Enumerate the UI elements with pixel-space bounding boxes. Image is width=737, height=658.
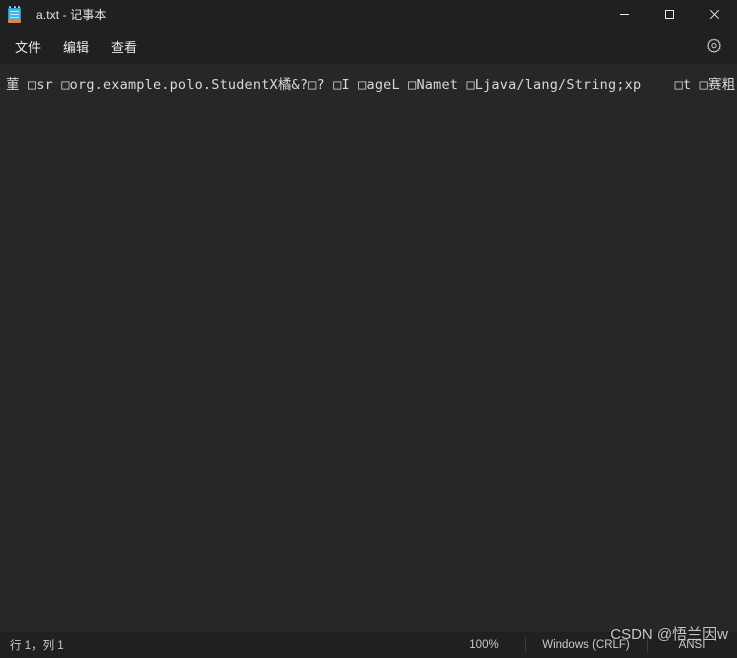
encoding-status[interactable]: ANSI xyxy=(647,632,737,658)
maximize-button[interactable] xyxy=(647,0,692,28)
editor-content[interactable]: 菫 □sr □org.example.polo.StudentX橘&?□? □I… xyxy=(0,64,737,95)
zoom-level-status[interactable]: 100% xyxy=(443,632,525,658)
close-icon xyxy=(709,9,720,19)
text-editor-area[interactable]: 菫 □sr □org.example.polo.StudentX橘&?□? □I… xyxy=(0,64,737,632)
status-bar: 行 1，列 1 100% Windows (CRLF) ANSI xyxy=(0,632,737,658)
menu-file[interactable]: 文件 xyxy=(4,32,52,61)
status-bar-right: 100% Windows (CRLF) ANSI xyxy=(443,632,737,658)
title-bar: a.txt - 记事本 xyxy=(0,0,737,28)
maximize-icon xyxy=(665,9,674,19)
settings-button[interactable] xyxy=(699,32,729,60)
cursor-position-status: 行 1，列 1 xyxy=(10,640,64,652)
menu-bar: 文件 编辑 查看 xyxy=(0,28,737,64)
title-bar-left: a.txt - 记事本 xyxy=(0,0,106,28)
minimize-icon xyxy=(620,13,629,15)
notepad-window: a.txt - 记事本 文件 编辑 查看 菫 □sr □org.example.… xyxy=(0,0,737,658)
gear-icon xyxy=(707,38,721,53)
window-title: a.txt - 记事本 xyxy=(36,7,107,22)
menu-view[interactable]: 查看 xyxy=(100,32,148,61)
window-controls xyxy=(602,0,737,28)
line-ending-status[interactable]: Windows (CRLF) xyxy=(525,632,647,658)
minimize-button[interactable] xyxy=(602,0,647,28)
menu-edit[interactable]: 编辑 xyxy=(52,32,100,61)
close-button[interactable] xyxy=(692,0,737,28)
notepad-icon xyxy=(7,5,23,23)
menu-bar-right xyxy=(699,32,737,60)
